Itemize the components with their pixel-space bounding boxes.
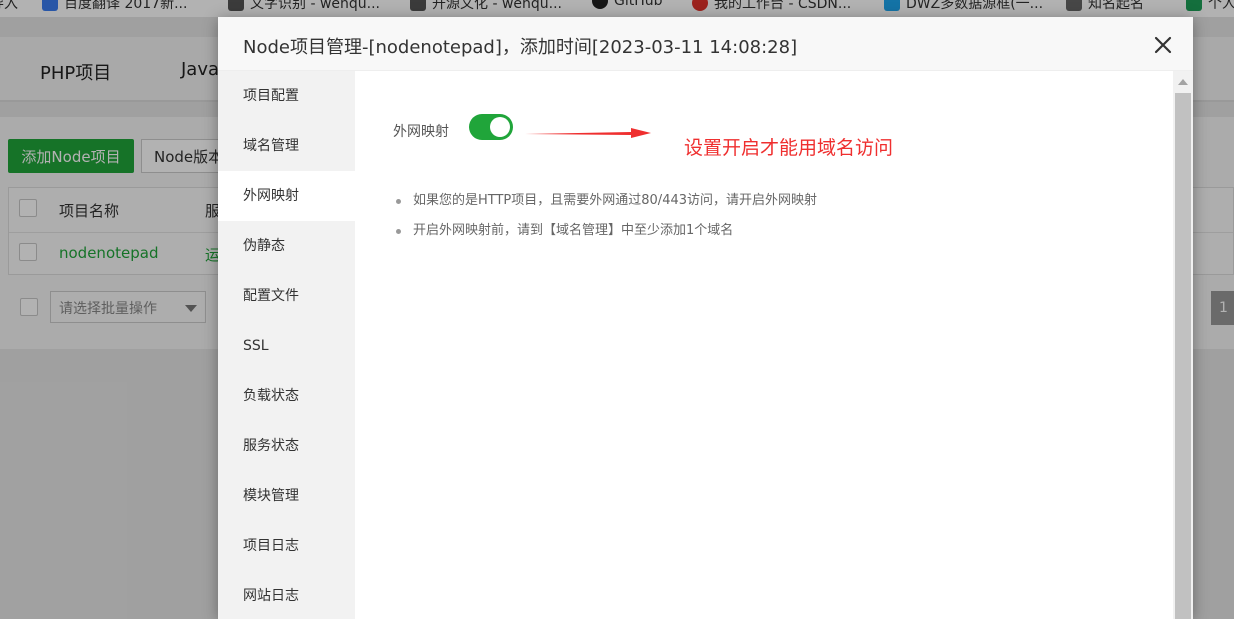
modal-scrollbar[interactable] [1173, 71, 1193, 619]
menu-item-label: 配置文件 [243, 288, 299, 304]
menu-item-label: 域名管理 [243, 138, 299, 154]
menu-item-label: SSL [243, 338, 269, 354]
toggle-knob [490, 117, 510, 137]
mapping-content: 外网映射 设置开启才能用域名访问 如果您的是HTTP项目，且需要外网通过80/4… [355, 71, 1173, 619]
tip-item: 如果您的是HTTP项目，且需要外网通过80/443访问，请开启外网映射 [393, 192, 817, 222]
menu-item-site-log[interactable]: 网站日志 [218, 571, 355, 619]
annotation-text: 设置开启才能用域名访问 [684, 137, 894, 159]
menu-item-label: 外网映射 [243, 188, 299, 204]
menu-item-label: 服务状态 [243, 438, 299, 454]
node-project-modal: Node项目管理-[nodenotepad]，添加时间[2023-03-11 1… [218, 17, 1193, 619]
modal-title: Node项目管理-[nodenotepad]，添加时间[2023-03-11 1… [243, 37, 798, 58]
menu-item-project-config[interactable]: 项目配置 [218, 71, 355, 121]
scroll-up-arrow-icon[interactable] [1178, 79, 1188, 85]
external-mapping-label: 外网映射 [393, 124, 449, 140]
menu-item-label: 网站日志 [243, 588, 299, 604]
scrollbar-thumb[interactable] [1175, 93, 1191, 619]
close-button[interactable] [1153, 35, 1173, 55]
tip-item: 开启外网映射前，请到【域名管理】中至少添加1个域名 [393, 222, 817, 252]
menu-item-label: 伪静态 [243, 238, 285, 254]
modal-header: Node项目管理-[nodenotepad]，添加时间[2023-03-11 1… [218, 17, 1193, 71]
menu-item-domain[interactable]: 域名管理 [218, 121, 355, 171]
external-mapping-toggle[interactable] [469, 114, 513, 140]
menu-item-project-log[interactable]: 项目日志 [218, 521, 355, 571]
menu-item-modules[interactable]: 模块管理 [218, 471, 355, 521]
menu-item-label: 项目配置 [243, 88, 299, 104]
menu-item-load-status[interactable]: 负载状态 [218, 371, 355, 421]
menu-item-config-file[interactable]: 配置文件 [218, 271, 355, 321]
menu-item-ssl[interactable]: SSL [218, 321, 355, 371]
menu-item-label: 项目日志 [243, 538, 299, 554]
modal-sidebar: 项目配置 域名管理 外网映射 伪静态 配置文件 SSL 负载状态 服务状态 模块… [218, 71, 355, 619]
tips-list: 如果您的是HTTP项目，且需要外网通过80/443访问，请开启外网映射 开启外网… [393, 192, 817, 252]
menu-item-service-status[interactable]: 服务状态 [218, 421, 355, 471]
close-icon [1154, 36, 1172, 54]
menu-item-label: 模块管理 [243, 488, 299, 504]
red-arrow-icon [525, 128, 651, 138]
menu-item-external-mapping[interactable]: 外网映射 [218, 171, 355, 221]
menu-item-label: 负载状态 [243, 388, 299, 404]
menu-item-rewrite[interactable]: 伪静态 [218, 221, 355, 271]
